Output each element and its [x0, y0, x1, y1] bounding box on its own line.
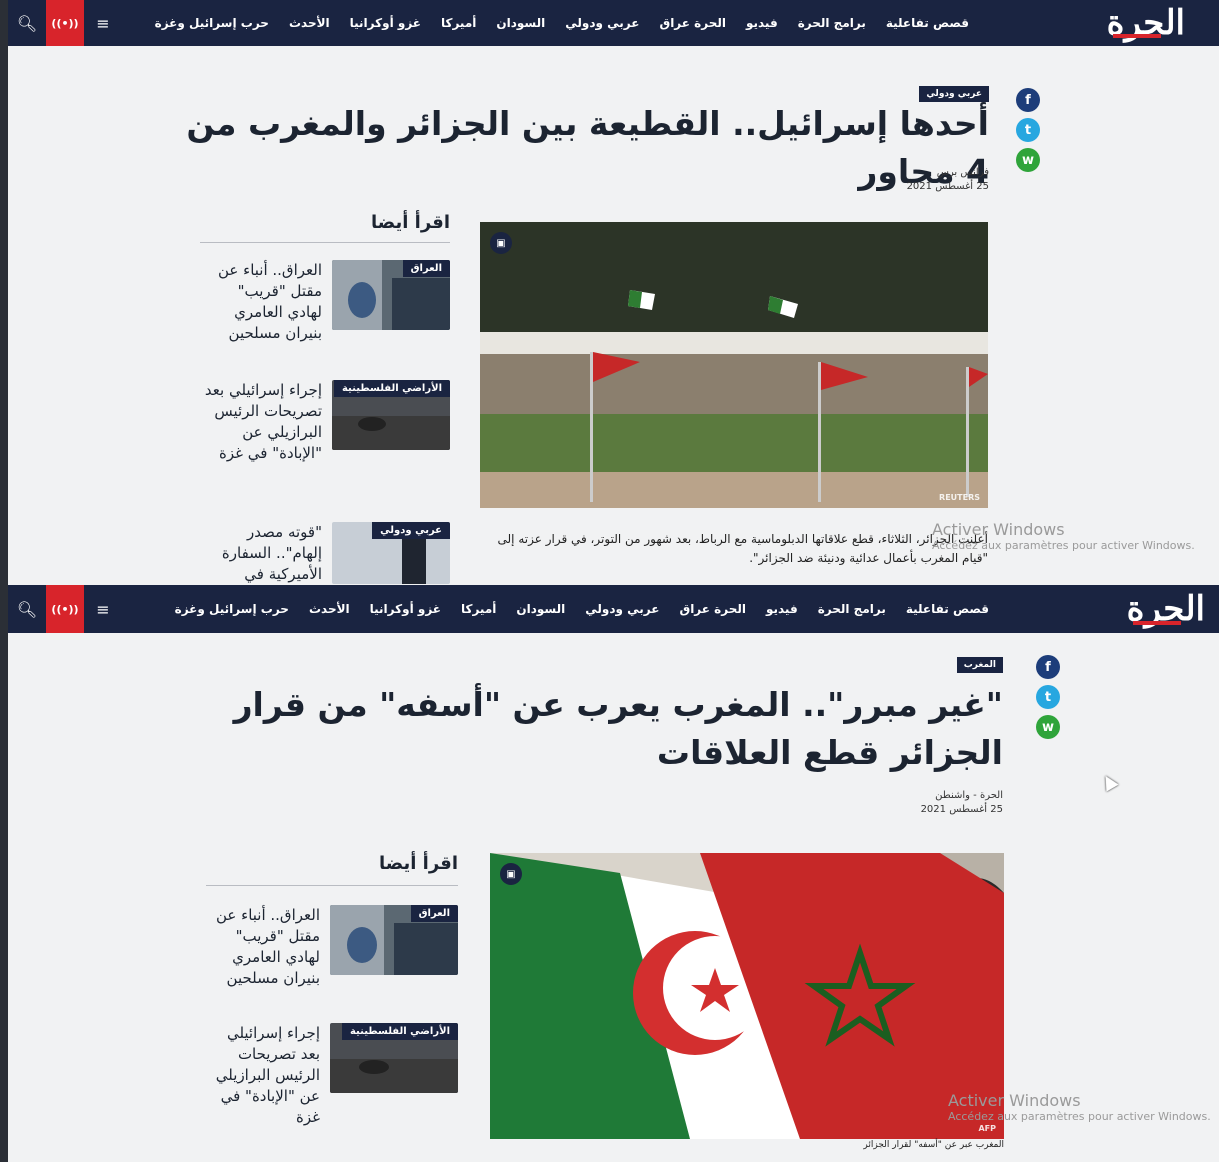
nav-item[interactable]: غزو أوكرانيا: [370, 602, 441, 616]
also-read-item[interactable]: الأراضي الفلسطينية إجراء إسرائيلي بعد تص…: [200, 380, 450, 492]
windows-activation-watermark: Activer Windows Accédez aux paramètres p…: [948, 1091, 1211, 1123]
article-headline: "غير مبرر".. المغرب يعرب عن "أسفه" من قر…: [233, 685, 1003, 772]
date: 25 أغسطس 2021: [920, 803, 1003, 815]
also-read-item[interactable]: العراق العراق.. أنباء عن مقتل "قريب" لها…: [200, 260, 450, 356]
camera-icon: ▣: [490, 232, 512, 254]
nav-item[interactable]: الأحدث: [289, 16, 330, 30]
nav-item[interactable]: عربي ودولي: [565, 16, 639, 30]
also-read-text[interactable]: إجراء إسرائيلي بعد تصريحات الرئيس البراز…: [208, 1023, 320, 1128]
whatsapp-icon[interactable]: w: [1036, 715, 1060, 739]
nav-item[interactable]: الأحدث: [309, 602, 350, 616]
article-headline: أحدها إسرائيل.. القطيعة بين الجزائر والم…: [186, 104, 989, 191]
nav-menu: حرب إسرائيل وغزة الأحدث غزو أوكرانيا أمي…: [165, 585, 999, 633]
nav-item[interactable]: عربي ودولي: [585, 602, 659, 616]
mouse-cursor-icon: [1099, 772, 1119, 792]
also-read-item[interactable]: الأراضي الفلسطينية إجراء إسرائيلي بعد تص…: [208, 1023, 458, 1135]
also-read-item[interactable]: عربي ودولي "قوته مصدر إلهام".. السفارة ا…: [200, 522, 450, 584]
top-nav: 🔍︎ ((•)) ≡ حرب إسرائيل وغزة الأحدث غزو أ…: [8, 585, 1219, 633]
also-read-text[interactable]: "قوته مصدر إلهام".. السفارة الأميركية في: [204, 522, 322, 585]
nav-tools: 🔍︎ ((•)) ≡: [8, 585, 122, 633]
divider: [206, 885, 458, 886]
twitter-icon[interactable]: t: [1016, 118, 1040, 142]
whatsapp-icon[interactable]: w: [1016, 148, 1040, 172]
nav-item[interactable]: برامج الحرة: [818, 602, 886, 616]
share-bar: f t w: [1036, 655, 1060, 745]
nav-item[interactable]: قصص تفاعلية: [886, 16, 969, 30]
nav-menu: حرب إسرائيل وغزة الأحدث غزو أوكرانيا أمي…: [145, 0, 979, 46]
article-photo[interactable]: ▣ REUTERS: [480, 222, 988, 508]
thumbnail[interactable]: الأراضي الفلسطينية: [332, 380, 450, 450]
site-logo[interactable]: الحرة: [1127, 585, 1206, 633]
photo-caption: المغرب عبر عن "أسفه" لقرار الجزائر: [863, 1140, 1004, 1150]
screenshot-top: 🔍︎ ((•)) ≡ حرب إسرائيل وغزة الأحدث غزو أ…: [8, 0, 1219, 585]
nav-tools: 🔍︎ ((•)) ≡: [8, 0, 122, 46]
thumbnail[interactable]: عربي ودولي: [332, 522, 450, 584]
photo-image: [480, 222, 988, 508]
source: فرانس برس: [936, 167, 989, 178]
nav-item[interactable]: أميركا: [461, 602, 496, 616]
logo-underline: [1132, 621, 1181, 625]
thumbnail[interactable]: الأراضي الفلسطينية: [330, 1023, 458, 1093]
thumbnail-tag[interactable]: الأراضي الفلسطينية: [341, 1023, 458, 1040]
search-icon[interactable]: 🔍︎: [8, 585, 46, 633]
nav-item[interactable]: غزو أوكرانيا: [350, 16, 421, 30]
byline: فرانس برس 25 أغسطس 2021: [907, 166, 989, 193]
nav-item[interactable]: قصص تفاعلية: [906, 602, 989, 616]
also-read-text[interactable]: إجراء إسرائيلي بعد تصريحات الرئيس البراز…: [204, 380, 322, 464]
also-read-title: اقرأ أيضا: [378, 853, 458, 874]
top-nav: 🔍︎ ((•)) ≡ حرب إسرائيل وغزة الأحدث غزو أ…: [8, 0, 1219, 46]
photo-image: [490, 853, 1004, 1139]
also-read-item[interactable]: العراق العراق.. أنباء عن مقتل "قريب" لها…: [208, 905, 458, 1005]
nav-item[interactable]: الحرة عراق: [679, 602, 746, 616]
nav-item[interactable]: السودان: [496, 16, 545, 30]
image-credit: REUTERS: [939, 493, 980, 502]
logo-underline: [1112, 34, 1161, 38]
twitter-icon[interactable]: t: [1036, 685, 1060, 709]
nav-item[interactable]: برامج الحرة: [798, 16, 866, 30]
nav-item[interactable]: حرب إسرائيل وغزة: [175, 602, 289, 616]
nav-item[interactable]: الحرة عراق: [659, 16, 726, 30]
nav-item[interactable]: أميركا: [441, 16, 476, 30]
photo-caption: أعلنت الجزائر، الثلاثاء، قطع علاقاتها ال…: [497, 532, 988, 565]
thumbnail[interactable]: العراق: [330, 905, 458, 975]
thumbnail-tag[interactable]: الأراضي الفلسطينية: [333, 380, 450, 397]
nav-item[interactable]: فيديو: [766, 602, 798, 616]
hamburger-menu-icon[interactable]: ≡: [84, 0, 122, 46]
watermark-subtitle: Accédez aux paramètres pour activer Wind…: [932, 539, 1195, 552]
thumbnail-tag[interactable]: العراق: [402, 260, 450, 277]
thumbnail-tag[interactable]: العراق: [410, 905, 458, 922]
camera-icon: ▣: [500, 863, 522, 885]
image-credit: AFP: [978, 1124, 996, 1133]
divider: [200, 242, 450, 243]
windows-activation-watermark: Activer Windows Accédez aux paramètres p…: [932, 520, 1195, 552]
live-broadcast-icon[interactable]: ((•)): [46, 585, 84, 633]
hamburger-menu-icon[interactable]: ≡: [84, 585, 122, 633]
byline: الحرة - واشنطن 25 أغسطس 2021: [921, 789, 1003, 816]
live-broadcast-icon[interactable]: ((•)): [46, 0, 84, 46]
also-read-title: اقرأ أيضا: [370, 212, 450, 233]
also-read-text[interactable]: العراق.. أنباء عن مقتل "قريب" لهادي العا…: [204, 260, 322, 344]
watermark-subtitle: Accédez aux paramètres pour activer Wind…: [948, 1110, 1211, 1123]
date: 25 أغسطس 2021: [906, 180, 989, 192]
screenshot-bottom: 🔍︎ ((•)) ≡ حرب إسرائيل وغزة الأحدث غزو أ…: [8, 585, 1219, 1162]
site-logo[interactable]: الحرة: [1107, 0, 1186, 46]
thumbnail[interactable]: العراق: [332, 260, 450, 330]
nav-item[interactable]: فيديو: [746, 16, 778, 30]
facebook-icon[interactable]: f: [1036, 655, 1060, 679]
search-icon[interactable]: 🔍︎: [8, 0, 46, 46]
category-tag[interactable]: المغرب: [956, 657, 1003, 673]
also-read-text[interactable]: العراق.. أنباء عن مقتل "قريب" لهادي العا…: [208, 905, 320, 989]
nav-item[interactable]: السودان: [516, 602, 565, 616]
article-photo[interactable]: ▣ AFP: [490, 853, 1004, 1139]
facebook-icon[interactable]: f: [1016, 88, 1040, 112]
share-bar: f t w: [1016, 88, 1040, 178]
nav-item[interactable]: حرب إسرائيل وغزة: [155, 16, 269, 30]
thumbnail-tag[interactable]: عربي ودولي: [372, 522, 450, 539]
watermark-title: Activer Windows: [948, 1091, 1081, 1110]
watermark-title: Activer Windows: [932, 520, 1065, 539]
source: الحرة - واشنطن: [935, 790, 1003, 801]
